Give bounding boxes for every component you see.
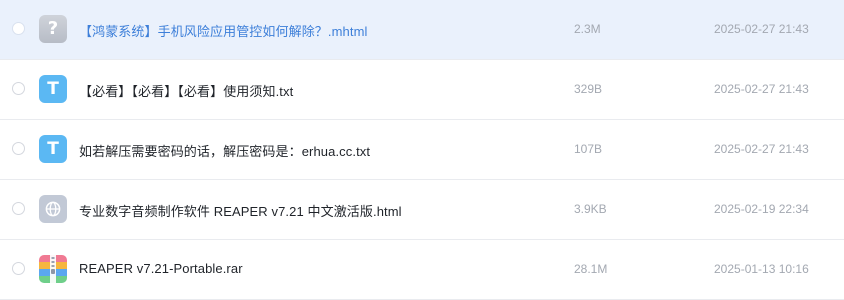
file-size: 2.3M — [574, 22, 601, 36]
rar-archive-icon — [39, 255, 67, 283]
file-date: 2025-02-27 21:43 — [714, 22, 809, 36]
globe-icon — [45, 201, 61, 217]
row-checkbox[interactable] — [12, 202, 25, 215]
file-name-link[interactable]: 如若解压需要密码的话，解压密码是：erhua.cc.txt — [79, 141, 370, 160]
file-name-link[interactable]: 【必看】【必看】【必看】使用须知.txt — [79, 81, 293, 100]
file-row[interactable]: T 【必看】【必看】【必看】使用须知.txt 329B 2025-02-27 2… — [0, 60, 844, 120]
file-size: 3.9KB — [574, 202, 607, 216]
file-list: ? 【鸿蒙系统】手机风险应用管控如何解除？.mhtml 2.3M 2025-02… — [0, 0, 844, 300]
file-size: 107B — [574, 142, 603, 156]
unknown-file-icon: ? — [39, 15, 67, 43]
row-checkbox[interactable] — [12, 22, 25, 35]
file-name-link[interactable]: REAPER v7.21-Portable.rar — [79, 261, 243, 276]
file-date: 2025-02-27 21:43 — [714, 82, 809, 96]
file-size: 329B — [574, 82, 603, 96]
file-date: 2025-02-27 21:43 — [714, 142, 809, 156]
row-checkbox[interactable] — [12, 82, 25, 95]
file-name-link[interactable]: 专业数字音频制作软件 REAPER v7.21 中文激活版.html — [79, 201, 402, 220]
file-date: 2025-01-13 10:16 — [714, 262, 809, 276]
txt-file-icon: T — [39, 135, 67, 163]
txt-file-icon: T — [39, 75, 67, 103]
file-row[interactable]: REAPER v7.21-Portable.rar 28.1M 2025-01-… — [0, 240, 844, 300]
web-file-icon — [39, 195, 67, 223]
file-row[interactable]: T 如若解压需要密码的话，解压密码是：erhua.cc.txt 107B 202… — [0, 120, 844, 180]
file-name-link[interactable]: 【鸿蒙系统】手机风险应用管控如何解除？.mhtml — [79, 21, 368, 40]
file-date: 2025-02-19 22:34 — [714, 202, 809, 216]
file-row[interactable]: 专业数字音频制作软件 REAPER v7.21 中文激活版.html 3.9KB… — [0, 180, 844, 240]
file-row[interactable]: ? 【鸿蒙系统】手机风险应用管控如何解除？.mhtml 2.3M 2025-02… — [0, 0, 844, 60]
row-checkbox[interactable] — [12, 262, 25, 275]
file-size: 28.1M — [574, 262, 608, 276]
row-checkbox[interactable] — [12, 142, 25, 155]
